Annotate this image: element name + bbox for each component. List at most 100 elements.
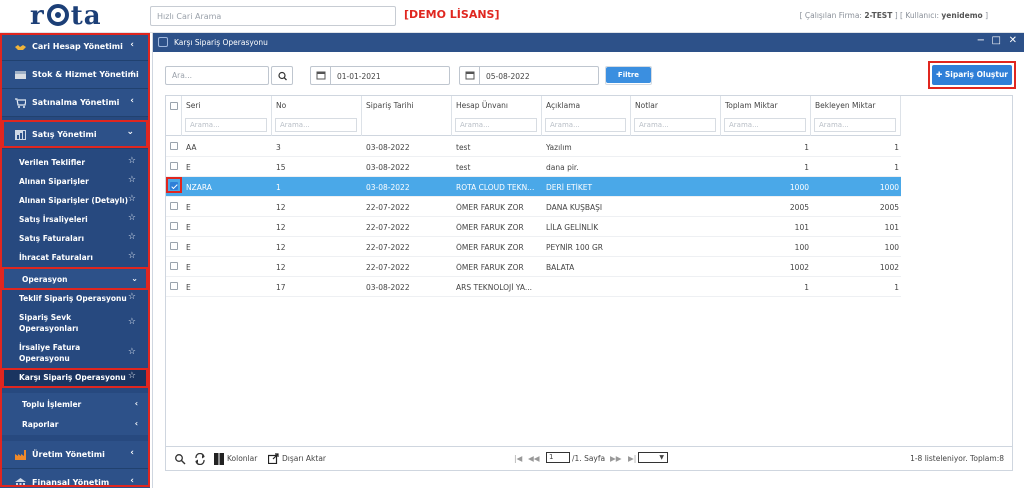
sidebar-item-verilen-teklifler[interactable]: Verilen Teklifler ☆ <box>0 154 150 172</box>
sidebar-item-label: Teklif Sipariş Operasyonu <box>19 294 127 303</box>
refresh-icon[interactable] <box>194 453 206 465</box>
sidebar-group-raporlar[interactable]: Raporlar ‹ <box>0 413 150 435</box>
close-icon[interactable]: ✕ <box>1009 35 1017 46</box>
row-checkbox[interactable] <box>170 142 178 150</box>
table-row[interactable]: NZARA 1 03-08-2022 ROTA CLOUD TEKN... DERİ E… <box>166 177 901 197</box>
sidebar-section-finansal[interactable]: Finansal Yönetim ‹ <box>0 469 150 488</box>
sidebar-item-label: İhracat Faturaları <box>19 253 93 262</box>
sidebar-group-label: Toplu İşlemler <box>22 400 82 409</box>
table-cell-bekleyen: 2005 <box>879 203 899 212</box>
date-from-field[interactable]: 01-01-2021 <box>310 66 450 85</box>
table-row[interactable]: E 12 22-07-2022 ÖMER FARUK ZOR PEYNİR 100 GR… <box>166 237 901 257</box>
column-filter-input[interactable] <box>455 118 537 132</box>
row-checkbox[interactable] <box>170 202 178 210</box>
column-filter-input[interactable] <box>724 118 806 132</box>
table-row[interactable]: E 15 03-08-2022 test dana pir. 1 1 <box>166 157 901 177</box>
sidebar-section-satinalma[interactable]: Satınalma Yönetimi ‹ <box>0 89 150 117</box>
sidebar-item-ihracat-faturalari[interactable]: İhracat Faturaları ☆ <box>0 249 150 267</box>
row-checkbox[interactable] <box>170 282 178 290</box>
filter-button[interactable]: Filtre <box>606 67 651 83</box>
sidebar-section-label: Üretim Yönetimi <box>32 450 105 459</box>
table-cell-bekleyen: 1000 <box>879 183 899 192</box>
column-header-no[interactable]: No <box>272 96 362 136</box>
sidebar-item-irsaliye-fatura-operasyonu[interactable]: İrsaliye Fatura Operasyonu ☆ <box>0 338 150 367</box>
page-size-select[interactable]: ▼ <box>638 452 668 463</box>
column-header-notlar[interactable]: Notlar <box>631 96 721 136</box>
column-header-bekleyen-miktar[interactable]: Bekleyen Miktar <box>811 96 901 136</box>
star-icon[interactable]: ☆ <box>128 213 136 223</box>
columns-button[interactable]: Kolonlar <box>227 454 257 463</box>
table-row[interactable]: AA 3 03-08-2022 test Yazılım 1 1 <box>166 137 901 157</box>
sidebar-item-teklif-siparis-operasyonu[interactable]: Teklif Sipariş Operasyonu ☆ <box>0 291 150 309</box>
sidebar-group-operasyon[interactable]: Operasyon ⌄ <box>0 268 150 290</box>
table-row[interactable]: E 12 22-07-2022 ÖMER FARUK ZOR BALATA 1002 100… <box>166 257 901 277</box>
column-header-hesap-unvani[interactable]: Hesap Ünvanı <box>452 96 542 136</box>
table-row[interactable]: E 12 22-07-2022 ÖMER FARUK ZOR DANA KUŞBAŞI 2… <box>166 197 901 217</box>
minimize-icon[interactable]: − <box>977 35 985 46</box>
sidebar-section-satis[interactable]: Satış Yönetimi ⌄ <box>0 121 150 149</box>
search-input[interactable] <box>165 66 269 85</box>
column-header-seri[interactable]: Seri <box>182 96 272 136</box>
column-filter-input[interactable] <box>634 118 716 132</box>
date-to-field[interactable]: 05-08-2022 <box>459 66 599 85</box>
table-cell-seri: E <box>186 203 191 212</box>
star-icon[interactable]: ☆ <box>128 232 136 242</box>
table-cell-aciklama: PEYNİR 100 GR <box>546 243 603 252</box>
table-cell-unvan: test <box>456 163 471 172</box>
prev-page-icon[interactable]: ◀◀ <box>528 454 540 463</box>
table-cell-aciklama: dana pir. <box>546 163 579 172</box>
maximize-icon[interactable]: □ <box>992 35 1001 46</box>
sidebar-item-siparis-sevk-operasyonlari[interactable]: Sipariş Sevk Operasyonları ☆ <box>0 309 150 337</box>
sidebar-section-cari[interactable]: Cari Hesap Yönetimi ‹ <box>0 33 150 61</box>
export-button[interactable]: Dışarı Aktar <box>282 454 326 463</box>
table-cell-seri: E <box>186 263 191 272</box>
first-page-icon[interactable]: |◀ <box>514 454 522 463</box>
row-checkbox[interactable] <box>170 222 178 230</box>
table-row[interactable]: E 17 03-08-2022 ARS TEKNOLOJİ YA... 1 1 <box>166 277 901 297</box>
column-header-toplam-miktar[interactable]: Toplam Miktar <box>721 96 811 136</box>
column-header-aciklama[interactable]: Açıklama <box>542 96 631 136</box>
sidebar-item-satis-faturalari[interactable]: Satış Faturaları ☆ <box>0 230 150 248</box>
star-icon[interactable]: ☆ <box>128 175 136 185</box>
column-filter-input[interactable] <box>545 118 626 132</box>
sidebar-item-karsi-siparis-operasyonu[interactable]: Karşı Sipariş Operasyonu ☆ <box>0 369 150 387</box>
star-icon[interactable]: ☆ <box>128 347 136 357</box>
star-icon[interactable]: ☆ <box>128 194 136 204</box>
row-checkbox[interactable] <box>170 242 178 250</box>
column-filter-input[interactable] <box>185 118 267 132</box>
star-icon[interactable]: ☆ <box>128 251 136 261</box>
column-filter-input[interactable] <box>814 118 896 132</box>
column-header-siparis-tarihi[interactable]: Sipariş Tarihi <box>362 96 452 136</box>
sidebar-section-stok[interactable]: Stok & Hizmet Yönetimi ‹ <box>0 61 150 89</box>
calendar-icon[interactable] <box>311 67 331 84</box>
sidebar-item-alinan-siparisler[interactable]: Alınan Siparişler ☆ <box>0 173 150 191</box>
column-label: Seri <box>186 101 201 110</box>
sidebar-group-toplu-islemler[interactable]: Toplu İşlemler ‹ <box>0 393 150 415</box>
next-page-icon[interactable]: ▶▶ <box>610 454 622 463</box>
chevron-left-icon: ‹ <box>134 399 138 408</box>
user-info-suffix: ] <box>982 11 988 20</box>
sidebar-group-label: Raporlar <box>22 420 59 429</box>
select-all-checkbox[interactable] <box>170 102 178 110</box>
calendar-icon[interactable] <box>460 67 480 84</box>
create-order-button[interactable]: ✚ Sipariş Oluştur <box>932 65 1012 85</box>
star-icon[interactable]: ☆ <box>128 317 136 327</box>
sidebar-item-alinan-siparisler-detayli[interactable]: Alınan Siparişler (Detaylı) ☆ <box>0 192 150 210</box>
search-icon[interactable] <box>174 453 186 465</box>
star-icon[interactable]: ☆ <box>128 292 136 302</box>
last-page-icon[interactable]: ▶| <box>628 454 636 463</box>
search-button[interactable] <box>271 66 293 85</box>
row-checkbox[interactable] <box>170 162 178 170</box>
star-icon[interactable]: ☆ <box>128 371 136 381</box>
table-row[interactable]: E 12 22-07-2022 ÖMER FARUK ZOR LİLA GELİNLİK… <box>166 217 901 237</box>
column-filter-input[interactable] <box>275 118 357 132</box>
sidebar-item-satis-irsaliyeleri[interactable]: Satış İrsaliyeleri ☆ <box>0 211 150 229</box>
page-number-input[interactable]: 1 <box>546 452 570 463</box>
quick-account-search-input[interactable] <box>150 6 396 26</box>
row-checkbox[interactable] <box>170 182 178 190</box>
rota-logo[interactable]: r ta <box>30 2 102 30</box>
sidebar-section-uretim[interactable]: Üretim Yönetimi ‹ <box>0 441 150 469</box>
star-icon[interactable]: ☆ <box>128 156 136 166</box>
row-checkbox[interactable] <box>170 262 178 270</box>
table-cell-seri: NZARA <box>186 183 212 192</box>
